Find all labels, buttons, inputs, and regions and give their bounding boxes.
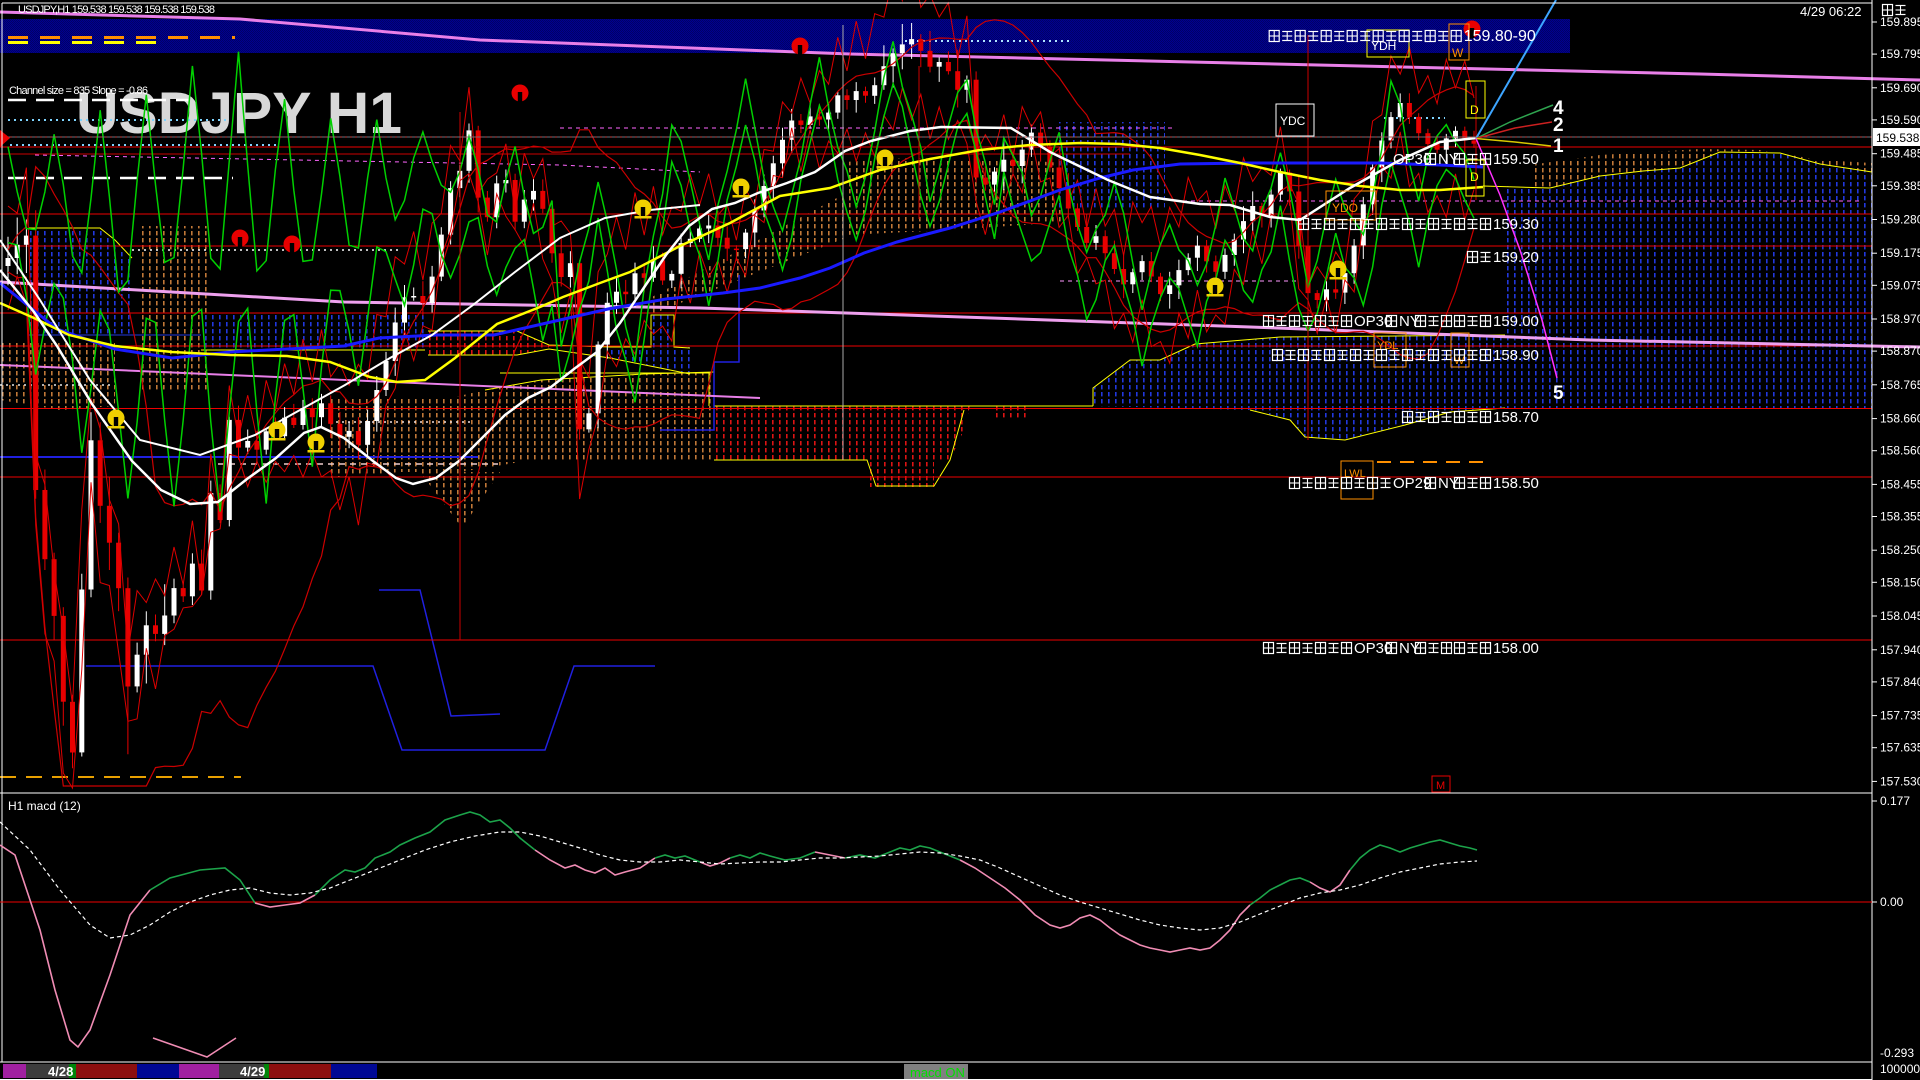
svg-text:157.735: 157.735 [1880,709,1920,723]
svg-text:0.00: 0.00 [1880,895,1904,909]
svg-text:157.635: 157.635 [1880,741,1920,755]
svg-text:159.30: 159.30 [1493,216,1539,233]
svg-text:159.538: 159.538 [1876,131,1920,145]
svg-text:159.385: 159.385 [1880,179,1920,193]
svg-text:158.970: 158.970 [1880,312,1920,326]
svg-text:0.177: 0.177 [1880,794,1910,808]
svg-text:159.795: 159.795 [1880,47,1920,61]
svg-text:159.590: 159.590 [1880,113,1920,127]
svg-text:H1 macd (12): H1 macd (12) [8,799,81,813]
svg-text:159.895: 159.895 [1880,15,1920,29]
svg-text:4/29 06:22: 4/29 06:22 [1800,4,1861,19]
svg-text:100000: 100000 [1880,1062,1920,1076]
svg-text:158.660: 158.660 [1880,412,1920,426]
svg-text:158.00: 158.00 [1493,640,1539,657]
svg-text:D: D [1470,170,1479,184]
svg-text:4/28: 4/28 [48,1064,73,1079]
svg-text:159.50: 159.50 [1493,151,1539,168]
svg-text:158.455: 158.455 [1880,477,1920,491]
svg-text:158.560: 158.560 [1880,444,1920,458]
svg-text:W: W [1452,46,1464,60]
svg-text:5: 5 [1553,383,1564,404]
svg-text:157.940: 157.940 [1880,643,1920,657]
svg-text:159.80-90: 159.80-90 [1464,28,1536,45]
svg-text:158.70: 158.70 [1493,409,1539,426]
svg-text:YDO: YDO [1332,201,1358,215]
svg-text:159.485: 159.485 [1880,147,1920,161]
svg-text:159.280: 159.280 [1880,213,1920,227]
svg-text:YDC: YDC [1280,114,1306,128]
svg-text:158.250: 158.250 [1880,543,1920,557]
svg-text:158.355: 158.355 [1880,510,1920,524]
svg-text:D: D [1470,103,1479,117]
svg-text:159.690: 159.690 [1880,81,1920,95]
svg-text:158.870: 158.870 [1880,344,1920,358]
svg-text:159.175: 159.175 [1880,246,1920,260]
svg-text:-0.293: -0.293 [1880,1046,1914,1060]
svg-text:4/29: 4/29 [240,1064,265,1079]
svg-text:158.90: 158.90 [1493,347,1539,364]
svg-text:2: 2 [1553,115,1564,136]
svg-text:158.765: 158.765 [1880,378,1920,392]
svg-text:159.20: 159.20 [1493,249,1539,266]
svg-text:USDJPY,H1 159.538 159.538 159: USDJPY,H1 159.538 159.538 159.538 159.53… [18,4,215,16]
svg-text:Channel size = 835 Slope = -0.: Channel size = 835 Slope = -0.86 [9,85,148,97]
svg-text:159.075: 159.075 [1880,278,1920,292]
svg-text:157.530: 157.530 [1880,774,1920,788]
svg-text:macd ON: macd ON [910,1065,965,1080]
svg-text:M: M [1436,780,1445,792]
svg-text:158.045: 158.045 [1880,609,1920,623]
svg-text:1: 1 [1553,136,1564,157]
svg-text:158.150: 158.150 [1880,575,1920,589]
svg-text:159.00: 159.00 [1493,313,1539,330]
svg-text:158.50: 158.50 [1493,475,1539,492]
svg-text:157.840: 157.840 [1880,675,1920,689]
